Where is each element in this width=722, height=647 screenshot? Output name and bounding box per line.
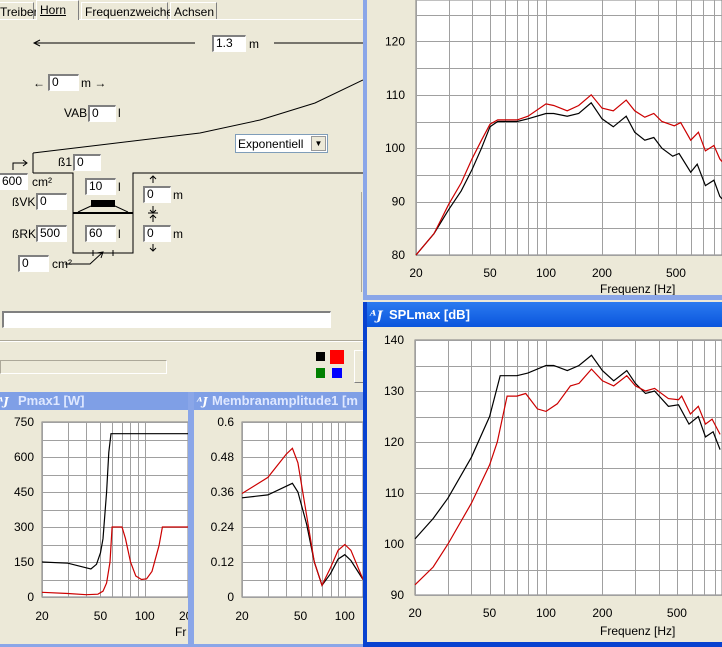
y-tick-label: 300 (14, 520, 34, 534)
x-tick-label: 100 (536, 606, 556, 620)
vab-input[interactable]: 0 (88, 105, 116, 122)
x-tick-label: 20 (409, 266, 423, 280)
offset-unit: m → (81, 76, 107, 90)
flare-type-dropdown[interactable]: Exponentiell ▼ (235, 134, 328, 153)
y-tick-label: 130 (384, 384, 404, 398)
y-tick-label: 0.48 (211, 450, 235, 464)
y-tick-label: 100 (385, 141, 405, 155)
group-box-edge (361, 192, 362, 292)
plot-area (41, 421, 188, 598)
x-tick-label: 100 (135, 609, 155, 623)
splmax-chart: 90 100 110 120 130 140 20 50 100 200 500 (384, 333, 722, 620)
x-tick-label: 50 (483, 606, 497, 620)
y-tick-label: 120 (384, 435, 404, 449)
y-tick-label: 0 (27, 590, 34, 604)
b1-label: ß1 (58, 155, 73, 169)
membran-chart: 0 0.12 0.24 0.36 0.48 0.6 20 50 100 (211, 415, 363, 623)
y-tick-label: 110 (386, 88, 405, 102)
flare-type-value: Exponentiell (238, 137, 304, 151)
pmax-chart: 0 150 300 450 600 750 20 50 100 200 (14, 415, 191, 623)
x-tick-label: 20 (35, 609, 49, 623)
pmax-xlabel: Fr (175, 625, 187, 639)
rear-volume-unit: l (118, 227, 121, 241)
bvk-label: ßVK (12, 195, 36, 209)
horn-length-input[interactable]: 1.3 (212, 35, 246, 52)
rear-length-input[interactable]: 0 (143, 225, 171, 242)
spl-window: 80 90 100 110 120 20 50 100 200 500 Frequenz [Hz] (363, 0, 722, 300)
x-tick-label: 200 (592, 266, 612, 280)
offset-left-arrow: ← (33, 76, 45, 90)
y-tick-label: 750 (14, 415, 34, 429)
progress-bar (0, 360, 167, 374)
x-tick-label: 200 (179, 609, 191, 623)
horn-length-unit: m (249, 37, 259, 51)
y-tick-label: 120 (385, 34, 405, 48)
y-tick-label: 140 (384, 333, 404, 347)
y-tick-label: 0.24 (211, 520, 235, 534)
tab-horn[interactable]: Horn (36, 0, 79, 20)
y-tick-label: 0.36 (211, 485, 235, 499)
y-tick-label: 0.6 (217, 415, 234, 429)
y-tick-label: 90 (392, 195, 406, 209)
port-area-input[interactable]: 0 (18, 255, 49, 272)
rear-length-unit: m (173, 227, 183, 241)
settings-panel: Treiber Horn Frequenzweiche Achsen 1.3 m… (0, 0, 366, 392)
spl-chart: 80 90 100 110 120 20 50 100 200 500 (385, 0, 722, 280)
x-tick-label: 500 (666, 266, 686, 280)
throat-area-input[interactable]: 600 (0, 173, 28, 190)
vab-label: VAB (64, 106, 88, 120)
port-area-unit: cm² (52, 257, 72, 271)
x-tick-label: 200 (592, 606, 612, 620)
chevron-down-icon[interactable]: ▼ (311, 136, 326, 151)
pmax-window: ᴬJ Pmax1 [W] 01503004506007502050100200 … (0, 392, 191, 647)
x-tick-label: 500 (667, 606, 687, 620)
y-tick-label: 110 (385, 486, 404, 500)
x-tick-label: 20 (408, 606, 422, 620)
driver-magnet (91, 200, 115, 207)
color-green-swatch[interactable] (316, 368, 325, 378)
brk-label: ßRK (12, 227, 36, 241)
b1-input[interactable]: 0 (73, 154, 101, 171)
y-tick-label: 450 (14, 485, 34, 499)
y-tick-label: 600 (14, 450, 34, 464)
color-red-swatch[interactable] (330, 350, 344, 364)
splmax-xlabel: Frequenz [Hz] (600, 624, 676, 638)
x-tick-label: 50 (94, 609, 108, 623)
color-black-swatch[interactable] (316, 352, 325, 361)
x-tick-label: 100 (536, 266, 556, 280)
x-tick-label: 50 (483, 266, 497, 280)
rear-volume-input[interactable]: 60 (85, 225, 116, 242)
color-blue-swatch[interactable] (332, 368, 342, 378)
separator (0, 340, 363, 342)
front-volume-unit: l (118, 180, 121, 194)
y-tick-label: 100 (384, 537, 404, 551)
membran-window: ᴬJ Membranamplitude1 [m 0 0.12 0.24 0.36 0.4… (191, 392, 363, 647)
x-tick-label: 20 (235, 609, 249, 623)
plot-area (414, 339, 722, 596)
offset-input[interactable]: 0 (48, 74, 79, 91)
spl-xlabel: Frequenz [Hz] (600, 282, 676, 296)
status-text-field[interactable] (2, 311, 331, 328)
y-tick-label: 0 (227, 590, 234, 604)
front-length-unit: m (173, 188, 183, 202)
front-volume-input[interactable]: 10 (85, 178, 116, 195)
splmax-window: ᴬJ SPLmax [dB] 90 100 110 120 130 140 20 50 100 2… (363, 302, 722, 647)
bvk-input[interactable]: 0 (36, 193, 67, 210)
throat-area-unit: cm² (32, 175, 52, 189)
x-tick-label: 100 (335, 609, 355, 623)
front-length-input[interactable]: 0 (143, 186, 171, 203)
x-tick-label: 50 (294, 609, 308, 623)
y-tick-label: 150 (14, 555, 34, 569)
brk-input[interactable]: 500 (36, 225, 67, 242)
vab-unit: l (118, 106, 121, 120)
y-tick-label: 90 (391, 588, 405, 602)
y-tick-label: 80 (392, 248, 406, 262)
y-tick-label: 0.12 (211, 555, 235, 569)
